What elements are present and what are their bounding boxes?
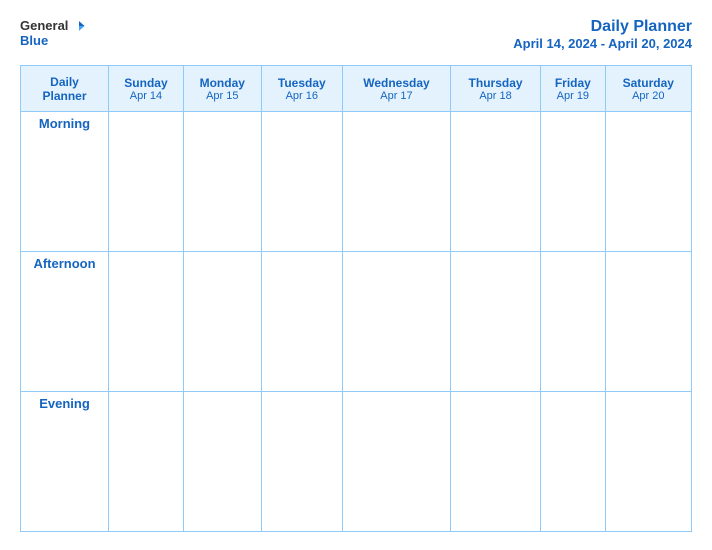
cell-afternoon-thursday[interactable] xyxy=(450,252,540,392)
cell-evening-friday[interactable] xyxy=(541,392,605,532)
day-name-saturday: Saturday xyxy=(610,76,687,90)
cell-afternoon-sunday[interactable] xyxy=(109,252,184,392)
cell-morning-friday[interactable] xyxy=(541,112,605,252)
day-date-thursday: Apr 18 xyxy=(455,90,536,102)
logo-area: General Blue xyxy=(20,18,86,48)
day-date-sunday: Apr 14 xyxy=(113,90,179,102)
col-friday: Friday Apr 19 xyxy=(541,66,605,112)
day-name-thursday: Thursday xyxy=(455,76,536,90)
row-label-evening: Evening xyxy=(21,392,109,532)
col-saturday: Saturday Apr 20 xyxy=(605,66,691,112)
calendar-table: DailyPlanner Sunday Apr 14 Monday Apr 15… xyxy=(20,65,692,532)
logo-text: General xyxy=(20,18,86,33)
col-thursday: Thursday Apr 18 xyxy=(450,66,540,112)
header: General Blue Daily Planner April 14, 202… xyxy=(20,18,692,51)
day-name-monday: Monday xyxy=(188,76,257,90)
cell-afternoon-friday[interactable] xyxy=(541,252,605,392)
cell-afternoon-tuesday[interactable] xyxy=(261,252,342,392)
row-label-morning: Morning xyxy=(21,112,109,252)
page: General Blue Daily Planner April 14, 202… xyxy=(0,0,712,550)
cell-morning-tuesday[interactable] xyxy=(261,112,342,252)
day-name-friday: Friday xyxy=(545,76,600,90)
cell-evening-sunday[interactable] xyxy=(109,392,184,532)
day-name-tuesday: Tuesday xyxy=(266,76,338,90)
col-wednesday: Wednesday Apr 17 xyxy=(342,66,450,112)
table-header-label: DailyPlanner xyxy=(21,66,109,112)
cell-morning-saturday[interactable] xyxy=(605,112,691,252)
cell-afternoon-saturday[interactable] xyxy=(605,252,691,392)
day-date-wednesday: Apr 17 xyxy=(347,90,446,102)
row-evening: Evening xyxy=(21,392,692,532)
col-tuesday: Tuesday Apr 16 xyxy=(261,66,342,112)
cell-evening-saturday[interactable] xyxy=(605,392,691,532)
planner-date-range: April 14, 2024 - April 20, 2024 xyxy=(513,36,692,51)
day-name-wednesday: Wednesday xyxy=(347,76,446,90)
day-date-friday: Apr 19 xyxy=(545,90,600,102)
day-date-monday: Apr 15 xyxy=(188,90,257,102)
row-afternoon: Afternoon xyxy=(21,252,692,392)
cell-evening-monday[interactable] xyxy=(183,392,261,532)
row-morning: Morning xyxy=(21,112,692,252)
logo-general-text: General xyxy=(20,18,68,33)
logo-blue-text: Blue xyxy=(20,33,48,48)
planner-title: Daily Planner xyxy=(513,18,692,36)
day-name-sunday: Sunday xyxy=(113,76,179,90)
cell-evening-wednesday[interactable] xyxy=(342,392,450,532)
title-area: Daily Planner April 14, 2024 - April 20,… xyxy=(513,18,692,51)
row-label-afternoon: Afternoon xyxy=(21,252,109,392)
col-sunday: Sunday Apr 14 xyxy=(109,66,184,112)
day-date-saturday: Apr 20 xyxy=(610,90,687,102)
col-monday: Monday Apr 15 xyxy=(183,66,261,112)
logo-bird-icon xyxy=(72,19,86,33)
day-date-tuesday: Apr 16 xyxy=(266,90,338,102)
cell-evening-thursday[interactable] xyxy=(450,392,540,532)
cell-morning-thursday[interactable] xyxy=(450,112,540,252)
cell-morning-monday[interactable] xyxy=(183,112,261,252)
cell-morning-sunday[interactable] xyxy=(109,112,184,252)
cell-evening-tuesday[interactable] xyxy=(261,392,342,532)
cell-afternoon-wednesday[interactable] xyxy=(342,252,450,392)
cell-afternoon-monday[interactable] xyxy=(183,252,261,392)
cell-morning-wednesday[interactable] xyxy=(342,112,450,252)
